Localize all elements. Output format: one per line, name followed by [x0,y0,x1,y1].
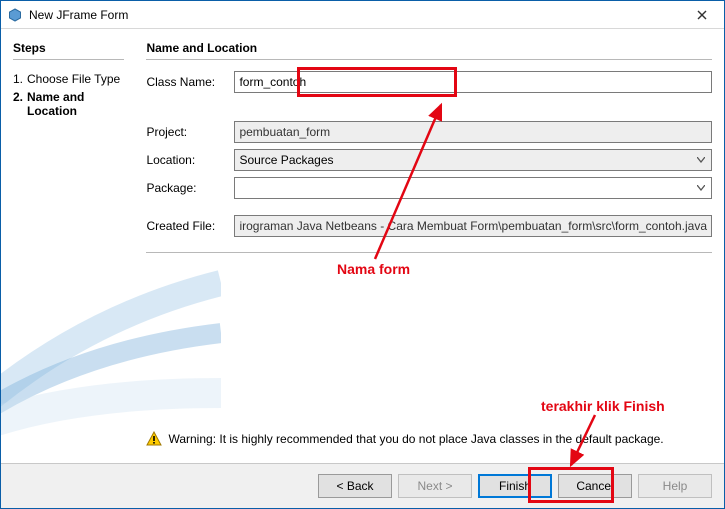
chevron-down-icon [693,183,709,194]
step-label: Name and Location [27,90,84,118]
created-file-value: irograman Java Netbeans - Cara Membuat F… [239,219,707,233]
steps-list: 1. Choose File Type 2. Name and Location [13,70,124,120]
location-value: Source Packages [239,153,333,167]
project-field: pembuatan_form [234,121,712,143]
package-select[interactable] [234,177,712,199]
step-number: 1. [13,72,23,86]
warning-text: Warning: It is highly recommended that y… [168,432,663,446]
warning-icon [146,431,162,447]
row-location: Location: Source Packages [146,148,712,172]
step-number: 2. [13,90,23,104]
location-label: Location: [146,153,234,167]
row-class-name: Class Name: [146,70,712,94]
close-icon [697,10,707,20]
row-project: Project: pembuatan_form [146,120,712,144]
finish-button[interactable]: Finish [478,474,552,498]
project-label: Project: [146,125,234,139]
steps-sidebar: Steps 1. Choose File Type 2. Name and Lo… [1,29,134,463]
location-select[interactable]: Source Packages [234,149,712,171]
row-created-file: Created File: irograman Java Netbeans - … [146,214,712,238]
created-file-label: Created File: [146,219,234,233]
main-panel: Name and Location Class Name: Project: p… [134,29,724,463]
step-item: 2. Name and Location [13,88,124,120]
back-button[interactable]: < Back [318,474,392,498]
step-item: 1. Choose File Type [13,70,124,88]
warning-row: Warning: It is highly recommended that y… [146,425,712,455]
button-bar: < Back Next > Finish Cancel Help [1,463,724,508]
window-title: New JFrame Form [29,8,680,22]
dialog-body: Steps 1. Choose File Type 2. Name and Lo… [1,29,724,463]
next-button: Next > [398,474,472,498]
class-name-label: Class Name: [146,75,234,89]
package-label: Package: [146,181,234,195]
chevron-down-icon [693,155,709,166]
form: Class Name: Project: pembuatan_form [146,70,712,253]
cancel-button[interactable]: Cancel [558,474,632,498]
help-button: Help [638,474,712,498]
close-button[interactable] [680,1,724,29]
created-file-field: irograman Java Netbeans - Cara Membuat F… [234,215,712,237]
step-label: Choose File Type [27,72,120,86]
steps-heading: Steps [13,41,124,60]
row-package: Package: [146,176,712,200]
class-name-input[interactable] [234,71,712,93]
project-value: pembuatan_form [239,125,330,139]
dialog-window: New JFrame Form Steps 1. Choose File Typ… [0,0,725,509]
titlebar: New JFrame Form [1,1,724,29]
panel-heading: Name and Location [146,41,712,60]
app-icon [7,7,23,23]
